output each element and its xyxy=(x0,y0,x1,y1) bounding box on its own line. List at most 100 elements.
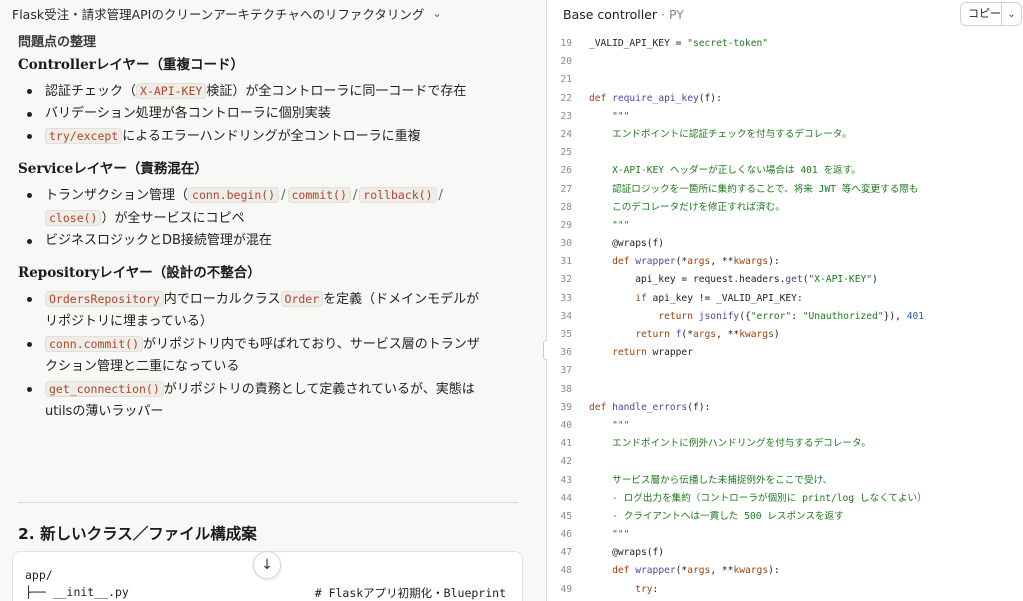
line-number: 42 xyxy=(560,456,572,468)
inline-code: Order xyxy=(280,291,324,307)
code-line: 44 - ログ出力を集約（コントローラが個別に print/log しなくてよい… xyxy=(547,490,1023,508)
bullet-list: OrdersRepository 内でローカルクラス Order を定義（ドメインモデ… xyxy=(18,288,518,423)
copy-button[interactable]: コピー xyxy=(961,3,1001,25)
code-text: _VALID_API_KEY = "secret-token" xyxy=(589,38,769,49)
chat-pane: 問題点の整理 Controllerレイヤー（重複コード） 認証チェック（ X-API… xyxy=(0,0,546,601)
line-number: 35 xyxy=(560,329,572,340)
line-number: 48 xyxy=(560,565,572,577)
code-text: """ xyxy=(589,110,630,122)
list-item: トランザクション管理（ conn.begin() / commit() / rollbac… xyxy=(18,184,518,230)
line-number: 24 xyxy=(560,128,572,140)
code-text: def require_api_key(f): xyxy=(589,92,722,104)
line-number: 40 xyxy=(560,419,572,431)
list-item: 認証チェック（ X-API-KEY 検証）が全コントローラに同一コードで存在 xyxy=(18,80,518,103)
scroll-down-button[interactable]: ↓ xyxy=(253,551,281,579)
code-line: 39 def handle_errors(f): xyxy=(547,399,1023,417)
chat-title: Flask受注・請求管理APIのクリーンアーキテクチャへのリファクタリング xyxy=(12,6,425,22)
list-text: を定義（ドメインモデルが xyxy=(323,292,480,307)
code-line: 33 if api_key != _VALID_API_KEY: xyxy=(547,290,1023,308)
code-comment: # Flaskアプリ初期化・Blueprint xyxy=(314,586,506,600)
code-line: 38 xyxy=(547,381,1023,399)
list-item: conn.commit() がリポジトリ内でも呼ばれており、サービス層のトランザク… xyxy=(18,333,518,378)
inline-code: OrdersRepository xyxy=(45,291,164,307)
code-line: 41 エンドポイントに例外ハンドリングを付与するデコレータ。 xyxy=(547,435,1023,453)
code-text: """ xyxy=(589,219,630,231)
code-line: app/ xyxy=(25,568,53,582)
line-number: 49 xyxy=(560,583,572,595)
inline-code: conn.commit() xyxy=(45,336,144,352)
code-text: if api_key != _VALID_API_KEY: xyxy=(589,292,803,304)
line-number: 19 xyxy=(560,38,572,49)
artifact-type: · PY xyxy=(661,7,684,22)
chat-title-button[interactable]: Flask受注・請求管理APIのクリーンアーキテクチャへのリファクタリング ⌄ xyxy=(12,4,442,22)
code-line: 25 xyxy=(547,144,1023,162)
inline-code: X-API-KEY xyxy=(136,83,207,99)
code-line: 49 try: xyxy=(547,581,1023,599)
line-number: 45 xyxy=(560,510,572,522)
list-item: バリデーション処理が各コントローラに個別実装 xyxy=(18,103,518,125)
code-line: 20 xyxy=(547,53,1023,71)
list-item: get_connection() がリポジトリの責務として定義されているが、実態は… xyxy=(18,378,518,423)
line-number: 46 xyxy=(560,529,572,541)
arrow-down-icon: ↓ xyxy=(261,557,273,573)
bullet-list: 認証チェック（ X-API-KEY 検証）が全コントローラに同一コードで存在 バリデー… xyxy=(18,80,518,148)
list-text: / xyxy=(438,188,443,203)
code-line: 29 """ xyxy=(547,217,1023,235)
list-text: utilsの薄いラッパー xyxy=(45,404,164,419)
line-number: 37 xyxy=(560,365,572,377)
code-line: 36 return wrapper xyxy=(547,344,1023,362)
problem-groups: Controllerレイヤー（重複コード） 認証チェック（ X-API-KEY 検証）… xyxy=(18,54,518,423)
code-line: 40 """ xyxy=(547,417,1023,435)
line-number: 33 xyxy=(560,292,572,304)
copy-options-button[interactable]: ⌄ xyxy=(1001,3,1021,25)
line-number: 31 xyxy=(560,256,572,268)
line-number: 38 xyxy=(560,383,572,395)
list-text: クション管理と二重になっている xyxy=(45,359,240,374)
code-line: 42 xyxy=(547,453,1023,471)
line-number: 29 xyxy=(560,219,572,231)
code-line: 24 エンドポイントに認証チェックを付与するデコレータ。 xyxy=(547,126,1023,144)
code-line: 47 @wraps(f) xyxy=(547,544,1023,562)
list-text: がリポジトリ内でも呼ばれており、サービス層のトランザ xyxy=(143,337,480,352)
code-line: 43 サービス層から伝播した未捕捉例外をここで受け、 xyxy=(547,472,1023,490)
code-line: 32 api_key = request.headers.get("X-API-… xyxy=(547,271,1023,289)
list-text: によるエラーハンドリングが全コントローラに重複 xyxy=(122,129,421,144)
list-text: 認証チェック（ xyxy=(45,84,137,99)
code-line: ├── __init__.py xyxy=(25,585,129,599)
code-line: 30 @wraps(f) xyxy=(547,235,1023,253)
code-text: def wrapper(*args, **kwargs): xyxy=(589,256,780,268)
list-text: トランザクション管理（ xyxy=(45,188,189,203)
copy-button-group: コピー ⌄ xyxy=(960,2,1022,26)
line-number: 23 xyxy=(560,110,572,122)
code-text: """ xyxy=(589,529,630,541)
code-line: 46 """ xyxy=(547,526,1023,544)
code-text: このデコレータだけを修正すれば済む。 xyxy=(589,201,785,213)
code-text: サービス層から伝播した未捕捉例外をここで受け、 xyxy=(589,474,833,486)
code-line: 23 """ xyxy=(547,108,1023,126)
line-number: 32 xyxy=(560,274,572,286)
inline-code: commit() xyxy=(287,187,351,203)
section-heading: 問題点の整理 xyxy=(18,35,97,50)
bullet-list: トランザクション管理（ conn.begin() / commit() / rollbac… xyxy=(18,184,518,252)
inline-code: rollback() xyxy=(359,187,437,203)
code-viewer: 19 _VALID_API_KEY = "secret-token" 20 21 22 d… xyxy=(547,35,1023,599)
code-text: def handle_errors(f): xyxy=(589,401,711,413)
code-text: @wraps(f) xyxy=(589,547,665,559)
code-line: 28 このデコレータだけを修正すれば済む。 xyxy=(547,199,1023,217)
artifact-title: Base controller · PY xyxy=(563,7,684,22)
code-text: return f(*args, **kwargs) xyxy=(589,329,780,340)
list-item: try/except によるエラーハンドリングが全コントローラに重複 xyxy=(18,125,518,148)
line-number: 26 xyxy=(560,165,572,177)
line-number: 20 xyxy=(560,56,572,68)
list-item: OrdersRepository 内でローカルクラス Order を定義（ドメインモデ… xyxy=(18,288,518,333)
code-text: return wrapper xyxy=(589,347,693,359)
group-heading: Controllerレイヤー（重複コード） xyxy=(18,57,244,73)
code-line: 22 def require_api_key(f): xyxy=(547,90,1023,108)
list-item: ビジネスロジックとDB接続管理が混在 xyxy=(18,230,518,252)
line-number: 21 xyxy=(560,74,572,86)
code-text: @wraps(f) xyxy=(589,238,665,250)
chat-message: 問題点の整理 Controllerレイヤー（重複コード） 認証チェック（ X-API… xyxy=(18,32,518,423)
artifact-pane: Base controller · PY コピー ⌄ 19 _VALID_API_… xyxy=(547,0,1023,601)
code-line: 45 - クライアントへは一貫した 500 レスポンスを返す xyxy=(547,508,1023,526)
line-number: 47 xyxy=(560,547,572,559)
